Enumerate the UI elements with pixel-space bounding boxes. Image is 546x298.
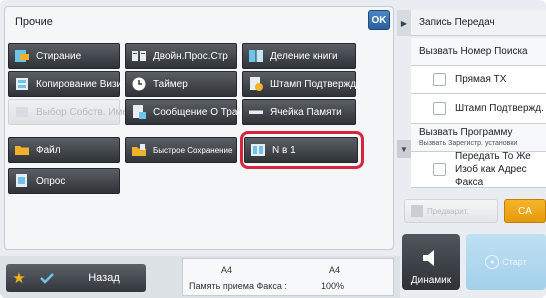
scroll-down-arrow-icon[interactable]: ▼ (397, 140, 411, 158)
timer-label: Таймер (153, 78, 188, 90)
verify-stamp-button[interactable]: Штамп Подтвержд. (242, 71, 359, 97)
memory-box-icon (247, 104, 264, 120)
erase-button[interactable]: Стирание (8, 43, 120, 69)
erase-icon (13, 48, 30, 64)
select-own-name-button: Выбор Собств. Имени (8, 99, 139, 125)
paper-size-right: A4 (329, 265, 341, 275)
poll-button[interactable]: Опрос (8, 168, 120, 194)
highlight-ring (240, 131, 364, 169)
dual-page-scan-button[interactable]: Двойн.Прос.Стр (125, 43, 237, 69)
message-icon (130, 104, 147, 120)
book-divide-label: Деление книги (270, 50, 338, 62)
timer-button[interactable]: Таймер (125, 71, 237, 97)
card-copy-label: Копирование Визиток (36, 78, 137, 90)
direct-tx-label: Прямая TX (455, 74, 507, 85)
start-label: Старт (502, 257, 527, 267)
preview-label: Предварит. (427, 206, 469, 216)
status-box: A4 A4 Память приема Факса : 100% (182, 258, 394, 296)
preview-icon (411, 205, 423, 217)
fax-memory-value: 100% (321, 281, 345, 291)
fax-memory-label: Память приема Факса : (189, 281, 287, 291)
start-button: ● Старт (466, 234, 546, 290)
memory-cell-button[interactable]: Ячейка Памяти (242, 99, 356, 125)
quick-save-icon (130, 142, 147, 158)
star-icon: ★ (12, 270, 26, 287)
direct-tx-checkbox[interactable] (433, 73, 446, 86)
fax-other-screen: Прочие OK Стирание Двойн.Прос.Стр Делени… (0, 0, 546, 298)
file-label: Файл (36, 144, 61, 156)
paper-size-left: A4 (221, 265, 233, 275)
verify-stamp-label: Штамп Подтвержд. (270, 78, 359, 90)
book-divide-button[interactable]: Деление книги (242, 43, 356, 69)
stamp-icon (247, 76, 264, 92)
transaction-message-button[interactable]: Сообщение О Транзакции (125, 99, 274, 125)
quick-save-label: Быстрое Сохранение (153, 145, 233, 155)
memory-cell-label: Ячейка Памяти (270, 106, 342, 118)
panel-title: Прочие (15, 16, 53, 28)
recall-search-number-label: Вызвать Номер Поиска (419, 46, 528, 57)
recall-search-number-item[interactable]: Вызвать Номер Поиска (411, 38, 546, 66)
card-copy-icon (13, 76, 30, 92)
check-button[interactable] (32, 264, 62, 292)
recall-program-label: Вызвать Программу (419, 126, 513, 138)
name-select-icon (13, 104, 30, 120)
file-button[interactable]: Файл (8, 137, 120, 163)
ok-button[interactable]: OK (368, 10, 390, 30)
recall-program-item[interactable]: Вызвать Программу Вызвать Зарегистр. уст… (411, 124, 546, 152)
folder-icon (13, 142, 30, 158)
record-program-label: Запись Передач (419, 17, 495, 28)
card-copy-button[interactable]: Копирование Визиток (8, 71, 137, 97)
speaker-label: Динамик (410, 275, 452, 286)
verify-stamp-item-label: Штамп Подтвержд. (455, 103, 544, 114)
transmit-same-address-item[interactable]: Передать То Же Изоб как Адрес Факса (411, 151, 546, 188)
start-icon: ● (485, 255, 500, 269)
speaker-icon (423, 250, 434, 266)
direct-tx-item[interactable]: Прямая TX (411, 66, 546, 94)
dual-page-scan-label: Двойн.Прос.Стр (153, 50, 228, 62)
polling-icon (13, 173, 30, 189)
transmit-same-address-label: Передать То Же Изоб как Адрес Факса (455, 151, 531, 188)
bottom-bar: ★ Назад A4 A4 Память приема Факса : 100% (0, 256, 400, 298)
book-divide-icon (247, 48, 264, 64)
clock-icon (130, 76, 147, 92)
select-own-name-label: Выбор Собств. Имени (36, 106, 140, 118)
dual-page-icon (130, 48, 147, 64)
favorites-button[interactable]: ★ (6, 264, 32, 292)
quick-save-button[interactable]: Быстрое Сохранение (125, 137, 237, 163)
ca-button[interactable]: CA (504, 199, 546, 223)
transmit-same-address-checkbox[interactable] (433, 163, 446, 176)
check-icon (40, 273, 54, 284)
record-program-item[interactable]: Запись Передач (411, 10, 546, 36)
expand-arrow-icon[interactable]: ▶ (397, 10, 411, 36)
erase-label: Стирание (36, 50, 82, 62)
preview-button: Предварит. (404, 199, 498, 223)
recall-program-sublabel: Вызвать Зарегистр. установки (419, 139, 518, 147)
speaker-button[interactable]: Динамик (402, 234, 460, 290)
verify-stamp-checkbox[interactable] (433, 102, 446, 115)
verify-stamp-item[interactable]: Штамп Подтвержд. (411, 94, 546, 124)
poll-label: Опрос (36, 175, 66, 187)
back-button[interactable]: Назад (62, 264, 146, 292)
